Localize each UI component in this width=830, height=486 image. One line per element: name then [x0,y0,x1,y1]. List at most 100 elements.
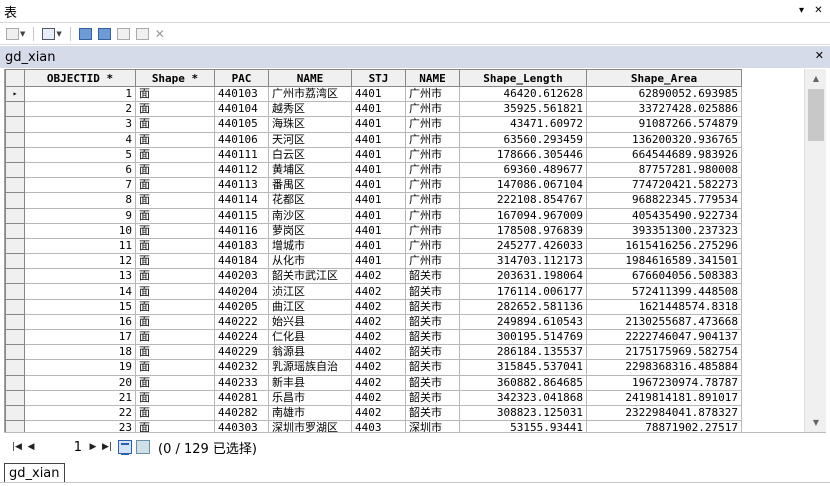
table-cell[interactable]: 4402 [351,328,406,346]
table-cell[interactable]: 53155.93441 [459,420,587,432]
close-tab-icon[interactable]: ✕ [815,49,824,62]
table-cell[interactable]: 393351300.237323 [586,222,742,239]
table-cell[interactable]: 440115 [214,207,269,224]
table-cell[interactable]: 69360.489677 [459,161,587,179]
table-cell[interactable]: 越秀区 [268,101,352,118]
table-cell[interactable]: 21 [24,389,136,406]
table-row[interactable]: 11 面 440183 增城市 4401 广州市 245277.426033 16154162… [5,237,742,255]
table-cell[interactable]: 4401 [351,116,406,133]
table-row[interactable]: 4 面 440106 天河区 4401 广州市 63560.293459 136200320.… [5,131,742,148]
table-cell[interactable]: 440116 [214,222,269,239]
table-cell[interactable]: 2419814181.891017 [586,389,742,406]
column-header[interactable]: Shape * [135,69,215,87]
table-cell[interactable]: 440282 [214,404,269,422]
table-cell[interactable]: 19 [24,359,136,376]
table-cell[interactable]: 2322984041.878327 [586,404,742,422]
table-cell[interactable]: 440104 [214,101,269,118]
table-cell[interactable]: 面 [135,404,215,422]
table-cell[interactable]: 10 [24,222,136,239]
table-cell[interactable]: 8 [24,192,136,209]
table-cell[interactable]: 面 [135,328,215,346]
table-cell[interactable]: 33727428.025886 [586,101,742,118]
next-record-icon[interactable]: ▶ [86,442,100,452]
table-cell[interactable]: 面 [135,313,215,331]
table-cell[interactable]: 面 [135,268,215,285]
table-cell[interactable]: 440183 [214,237,269,255]
previous-record-icon[interactable]: ◀ [24,442,38,452]
table-row[interactable]: 15 面 440205 曲江区 4402 韶关市 282652.581136 16214485… [5,298,742,315]
table-cell[interactable]: 番禺区 [268,177,352,194]
table-row[interactable]: 2 面 440104 越秀区 4401 广州市 35925.561821 33727428.0… [5,101,742,118]
table-row[interactable]: 21 面 440281 乐昌市 4402 韶关市 342323.041868 24198141… [5,389,742,406]
table-cell[interactable]: 440106 [214,131,269,148]
table-cell[interactable]: 300195.514769 [459,328,587,346]
table-row[interactable]: 5 面 440111 白云区 4401 广州市 178666.305446 664544689… [5,146,742,163]
table-cell[interactable]: 萝岗区 [268,222,352,239]
table-tab-name[interactable]: gd_xian [5,50,56,65]
table-cell[interactable]: 广州市 [405,192,460,209]
table-cell[interactable]: 新丰县 [268,374,352,391]
table-cell[interactable]: 4402 [351,313,406,331]
table-cell[interactable]: 面 [135,131,215,148]
table-cell[interactable]: 91087266.574879 [586,116,742,133]
row-selector[interactable] [5,237,25,255]
table-cell[interactable]: 面 [135,374,215,391]
table-cell[interactable]: 147086.067104 [459,177,587,194]
table-cell[interactable]: 4401 [351,85,406,103]
table-cell[interactable]: 4402 [351,268,406,285]
table-row[interactable]: 8 面 440114 花都区 4401 广州市 222108.854767 968822345… [5,192,742,209]
table-cell[interactable]: 176114.006177 [459,283,587,300]
table-cell[interactable]: 282652.581136 [459,298,587,315]
table-cell[interactable]: 4402 [351,374,406,391]
table-cell[interactable]: 342323.041868 [459,389,587,406]
table-cell[interactable]: 面 [135,192,215,209]
table-cell[interactable]: 2130255687.473668 [586,313,742,331]
table-cell[interactable]: 440303 [214,420,269,432]
row-selector[interactable] [5,253,25,270]
table-cell[interactable]: 440112 [214,161,269,179]
table-cell[interactable]: 广州市 [405,253,460,270]
table-cell[interactable]: 22 [24,404,136,422]
table-cell[interactable]: 2 [24,101,136,118]
table-options-button[interactable]: ▼ [6,26,25,42]
table-cell[interactable]: 222108.854767 [459,192,587,209]
table-cell[interactable]: 面 [135,298,215,315]
table-row[interactable]: 19 面 440232 乳源瑶族自治 4402 韶关市 315845.537041 22983… [5,359,742,376]
table-row[interactable]: 6 面 440112 黄埔区 4401 广州市 69360.489677 87757281.9… [5,161,742,179]
row-selector[interactable] [5,359,25,376]
table-cell[interactable]: 面 [135,359,215,376]
vertical-scrollbar[interactable]: ▲ ▼ [804,69,826,432]
table-cell[interactable]: 7 [24,177,136,194]
table-cell[interactable]: 5 [24,146,136,163]
table-cell[interactable]: 440224 [214,328,269,346]
row-selector[interactable] [5,268,25,285]
table-cell[interactable]: 浈江区 [268,283,352,300]
table-cell[interactable]: 海珠区 [268,116,352,133]
table-cell[interactable]: 广州市 [405,146,460,163]
table-cell[interactable]: 405435490.922734 [586,207,742,224]
table-cell[interactable]: 4402 [351,283,406,300]
table-cell[interactable]: 1621448574.8318 [586,298,742,315]
table-cell[interactable]: 440205 [214,298,269,315]
table-cell[interactable]: 440184 [214,253,269,270]
scroll-up-icon[interactable]: ▲ [805,70,827,87]
table-cell[interactable]: 乳源瑶族自治 [268,359,352,376]
table-cell[interactable]: 17 [24,328,136,346]
table-cell[interactable]: 面 [135,253,215,270]
table-cell[interactable]: 韶关市 [405,298,460,315]
table-cell[interactable]: 4402 [351,404,406,422]
column-header[interactable]: Shape_Length [459,69,587,87]
table-cell[interactable]: 面 [135,101,215,118]
table-cell[interactable]: 245277.426033 [459,237,587,255]
table-cell[interactable]: 440233 [214,374,269,391]
table-cell[interactable]: 4403 [351,420,406,432]
table-cell[interactable]: 2222746047.904137 [586,328,742,346]
table-cell[interactable]: 从化市 [268,253,352,270]
table-row[interactable]: 12 面 440184 从化市 4401 广州市 314703.112173 19846165… [5,253,742,270]
table-cell[interactable]: 3 [24,116,136,133]
table-cell[interactable]: 面 [135,344,215,361]
table-cell[interactable]: 南雄市 [268,404,352,422]
row-selector[interactable] [5,404,25,422]
row-selector[interactable] [5,207,25,224]
row-selector[interactable] [5,116,25,133]
